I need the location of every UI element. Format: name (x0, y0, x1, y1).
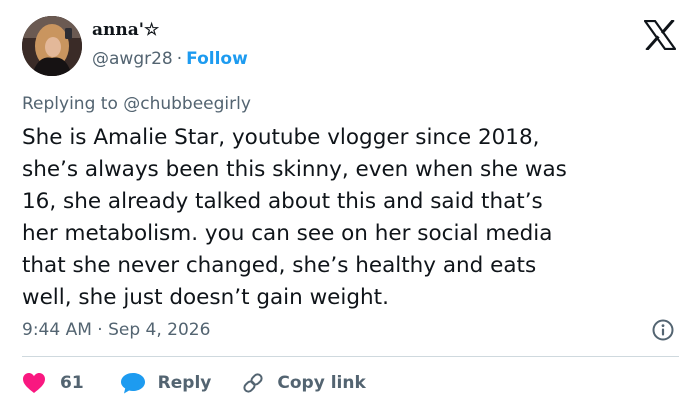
replying-mention-link[interactable]: @chubbeegirly (123, 94, 251, 114)
replying-prefix: Replying to (22, 94, 118, 114)
divider (22, 356, 679, 357)
separator-dot: · (176, 49, 183, 69)
replying-to: Replying to @chubbeegirly (22, 92, 251, 116)
tweet-timestamp[interactable]: 9:44 AM · Sep 4, 2026 (22, 318, 210, 342)
heart-icon (22, 372, 46, 394)
reply-label: Reply (157, 373, 212, 393)
info-icon[interactable] (651, 318, 675, 342)
tweet-actions: 61 Reply Copy link (22, 370, 366, 396)
speech-bubble-icon (120, 372, 146, 394)
like-button[interactable]: 61 (22, 372, 84, 394)
x-logo-icon[interactable] (643, 18, 677, 52)
follow-button[interactable]: Follow (186, 49, 248, 69)
avatar-photo (22, 16, 82, 76)
handle-row: @awgr28 · Follow (92, 47, 248, 71)
display-name[interactable]: anna'☆ (92, 18, 248, 42)
copy-link-button[interactable]: Copy link (241, 371, 366, 395)
avatar[interactable] (22, 16, 82, 76)
embedded-tweet-card: anna'☆ @awgr28 · Follow Replying to @chubb… (0, 0, 700, 410)
link-icon (241, 371, 265, 395)
handle[interactable]: @awgr28 (92, 49, 173, 69)
like-count: 61 (60, 373, 84, 393)
tweet-text: She is Amalie Star, youtube vlogger sinc… (22, 125, 567, 310)
reply-button[interactable]: Reply (120, 372, 212, 394)
author-info: anna'☆ @awgr28 · Follow (92, 18, 248, 71)
copy-link-label: Copy link (277, 373, 366, 393)
